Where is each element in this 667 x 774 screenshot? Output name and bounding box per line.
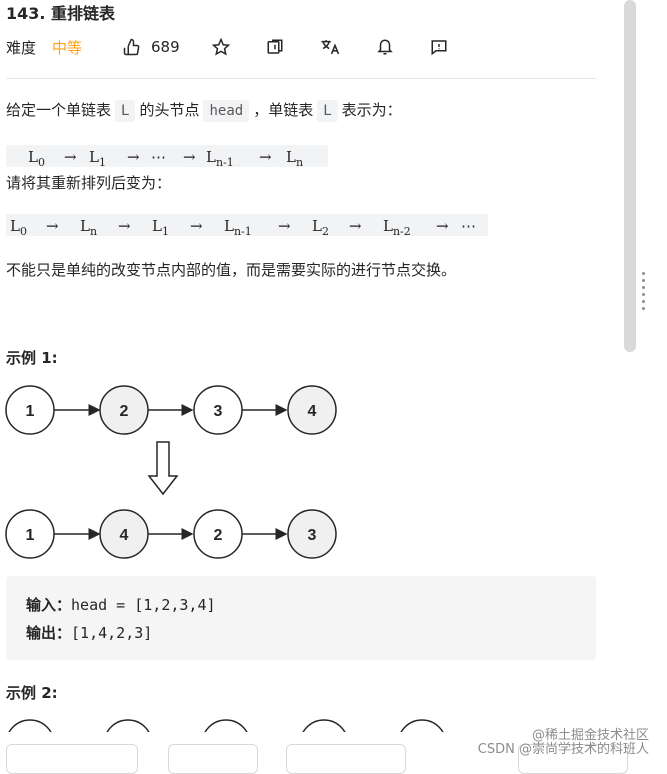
math-term: Ln (286, 145, 303, 175)
math-term: L2 (312, 217, 329, 238)
example-2-diagram-partial (8, 719, 444, 732)
problem-title: 143. 重排链表 (6, 4, 116, 23)
vertical-scrollbar[interactable] (624, 0, 636, 352)
list-node (204, 719, 248, 732)
bell-icon (374, 36, 396, 58)
math-subscript: 1 (98, 156, 106, 169)
node-label: 3 (308, 527, 317, 544)
watermark-csdn: CSDN @崇尚学技术的科班人 (477, 742, 649, 757)
problem-meta-bar: 难度 中等 689 (6, 36, 606, 58)
feedback-button[interactable] (428, 36, 450, 58)
math-symbol: L (28, 148, 38, 166)
node-label: 1 (26, 403, 35, 420)
math-arrow: → (349, 217, 362, 235)
example-1-title: 示例 1: (6, 349, 58, 367)
node-label: 4 (120, 527, 129, 544)
like-button[interactable]: 689 (121, 36, 180, 58)
list-node (400, 719, 444, 732)
input-line: 输入：head = [1,2,3,4] (26, 594, 216, 615)
output-value: [1,4,2,3] (71, 624, 153, 642)
math-list-reordered: L0 → Ln → L1 → Ln-1 → L2 → Ln-2 → ⋯ (6, 214, 488, 238)
example-1-io-block: 输入：head = [1,2,3,4] 输出：[1,4,2,3] (6, 576, 596, 660)
difficulty-value: 中等 (52, 38, 83, 57)
math-term: Ln-1 (206, 145, 234, 175)
math-subscript: 0 (37, 156, 45, 169)
math-arrow: → (46, 217, 59, 235)
math-term: L0 (28, 145, 45, 175)
math-term: L1 (152, 217, 169, 238)
math-arrow: → (259, 148, 272, 166)
list-node (302, 719, 346, 732)
subscribe-button[interactable] (374, 36, 396, 58)
math-arrow: → (183, 148, 196, 166)
text: 表示为： (341, 101, 402, 119)
math-arrow: → (127, 148, 140, 166)
text: ，单链表 (253, 101, 314, 119)
node-label: 2 (214, 527, 223, 544)
input-label: 输入： (26, 596, 72, 614)
math-term: Ln-1 (224, 217, 252, 238)
node-label: 2 (120, 403, 129, 420)
math-term: Ln-2 (383, 217, 411, 238)
math-arrow: → (436, 217, 449, 235)
math-subscript: n (295, 156, 304, 169)
list-before: 1 2 3 4 (5, 385, 337, 435)
difficulty-label: 难度 (6, 38, 37, 57)
share-icon (264, 36, 286, 58)
list-after: 1 4 2 3 (5, 509, 337, 559)
input-value: head = [1,2,3,4] (71, 596, 216, 614)
math-list-original: L0 → L1 → ⋯ → Ln-1 → Ln (6, 145, 328, 169)
favorite-button[interactable] (210, 36, 232, 58)
math-arrow: → (64, 148, 77, 166)
translate-icon (319, 36, 341, 58)
list-node (106, 719, 150, 732)
star-icon (210, 36, 232, 58)
example-1-diagram: 1 2 3 4 1 4 2 3 (5, 385, 337, 559)
node-label: 1 (26, 527, 35, 544)
translate-button[interactable] (319, 36, 341, 58)
math-symbol: L (286, 148, 296, 166)
thumbs-up-icon (121, 36, 143, 58)
down-arrow (147, 441, 179, 496)
share-button[interactable] (264, 36, 286, 58)
bottom-toolbar-button[interactable] (6, 744, 138, 774)
math-term: L0 (10, 217, 27, 238)
math-arrow: → (118, 217, 131, 235)
node-label: 3 (214, 403, 223, 420)
text: 的头节点 (139, 101, 200, 119)
math-ellipsis: ⋯ (151, 148, 166, 166)
math-subscript: n-1 (215, 156, 234, 169)
description-paragraph-3: 不能只是单纯的改变节点内部的值，而是需要实际的进行节点交换。 (6, 261, 457, 279)
math-symbol: L (206, 148, 216, 166)
divider (6, 78, 596, 79)
code-head: head (203, 100, 250, 122)
resize-handle[interactable] (640, 268, 646, 314)
feedback-icon (428, 36, 450, 58)
description-paragraph-1: 给定一个单链表 L 的头节点 head ，单链表 L 表示为： (6, 99, 402, 122)
example-2-title: 示例 2: (6, 684, 58, 702)
node-label: 4 (308, 403, 317, 420)
description-paragraph-2: 请将其重新排列后变为： (6, 174, 172, 192)
output-label: 输出： (26, 624, 72, 642)
like-count: 689 (151, 38, 180, 56)
list-node (8, 719, 52, 732)
math-ellipsis: ⋯ (461, 217, 476, 235)
math-arrow: → (278, 217, 291, 235)
math-term: L1 (89, 145, 106, 175)
code-l: L (115, 100, 136, 122)
code-l: L (317, 100, 338, 122)
math-term: Ln (80, 217, 98, 238)
math-arrow: → (190, 217, 203, 235)
bottom-toolbar-button[interactable] (286, 744, 406, 774)
bottom-toolbar-button[interactable] (168, 744, 258, 774)
output-line: 输出：[1,4,2,3] (26, 622, 152, 643)
math-symbol: L (89, 148, 99, 166)
text: 给定一个单链表 (6, 101, 112, 119)
